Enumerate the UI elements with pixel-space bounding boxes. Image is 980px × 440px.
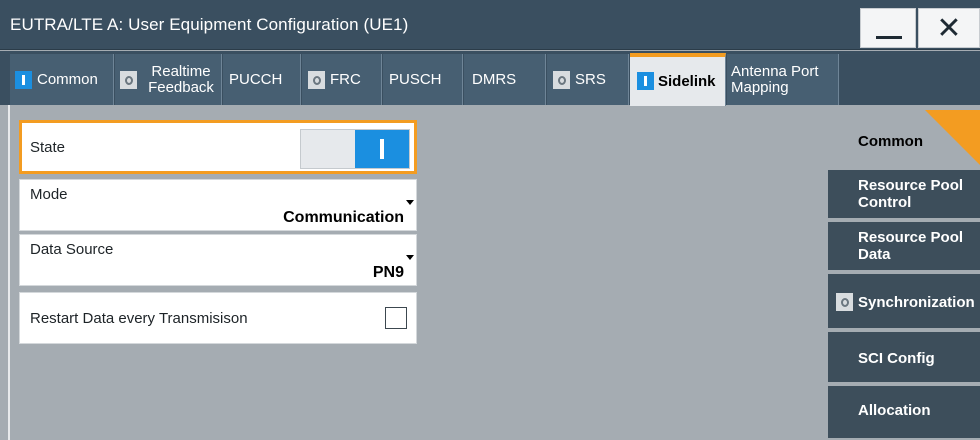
sidenav-synchronization[interactable]: Synchronization [828,274,980,330]
tab-label: Antenna Port Mapping [731,62,819,96]
dropdown-caret-icon [406,255,414,260]
sidenav-common[interactable]: Common [828,114,980,168]
data-source-value: PN9 [372,264,404,281]
tab-label: Sidelink [658,72,716,90]
sidenav-label: Resource Pool Data [858,229,964,263]
tab-antenna-port-mapping[interactable]: Antenna Port Mapping [727,54,839,105]
data-source-row[interactable]: Data Source PN9 [19,234,417,286]
tab-sidelink[interactable]: Sidelink [630,53,726,106]
tab-frc[interactable]: FRC [302,54,382,105]
tab-realtime-feedback[interactable]: Realtime Feedback [115,54,222,105]
state-off-indicator-icon [553,71,570,89]
tab-pucch[interactable]: PUCCH [223,54,301,105]
toggle-on-knob [355,130,409,168]
close-icon: ✕ [936,11,962,46]
state-toggle[interactable] [300,129,410,169]
tab-srs[interactable]: SRS [547,54,629,105]
sidenav-allocation[interactable]: Allocation [828,386,980,440]
tab-label: PUSCH [389,70,442,88]
dropdown-caret-icon [406,200,414,205]
tab-label: SRS [575,70,606,88]
state-off-indicator-icon [308,71,325,89]
sidenav-label: Synchronization [858,294,975,311]
state-off-indicator-icon [120,71,137,89]
sidenav-sci-config[interactable]: SCI Config [828,332,980,384]
tab-pusch[interactable]: PUSCH [383,54,463,105]
state-on-indicator-icon [15,71,32,89]
sidenav-label: Allocation [858,402,931,419]
state-label: State [30,139,66,156]
state-on-indicator-icon [637,72,654,90]
close-button[interactable]: ✕ [918,8,980,48]
minimize-button[interactable] [860,8,916,48]
mode-label: Mode [30,186,68,203]
state-row: State [19,120,417,174]
mode-value: Communication [283,209,404,226]
sidenav-label: SCI Config [858,350,935,367]
tab-bar: Common Realtime Feedback PUCCH FRC PUSCH… [0,51,980,106]
data-source-label: Data Source [30,241,114,258]
tab-dmrs[interactable]: DMRS [464,54,546,105]
window-title: EUTRA/LTE A: User Equipment Configuratio… [10,15,409,34]
restart-data-row: Restart Data every Transmisison [19,292,417,344]
content-frame-edge [8,105,10,440]
sidenav-label: Common [858,133,923,150]
restart-data-label: Restart Data every Transmisison [30,310,248,327]
tab-label: FRC [330,70,361,88]
sidenav-label: Resource Pool Control [858,177,964,211]
sidenav-resource-pool-data[interactable]: Resource Pool Data [828,222,980,272]
tab-common[interactable]: Common [10,54,114,105]
tab-label: Common [37,70,98,88]
tab-label: PUCCH [229,70,283,88]
minimize-icon [876,36,902,39]
state-off-indicator-icon [836,293,853,311]
mode-row[interactable]: Mode Communication [19,179,417,231]
tab-label: Realtime Feedback [148,62,214,96]
title-bar: EUTRA/LTE A: User Equipment Configuratio… [0,0,980,50]
tab-label: DMRS [472,70,517,88]
sidenav-resource-pool-control[interactable]: Resource Pool Control [828,170,980,220]
restart-data-checkbox[interactable] [385,307,407,329]
